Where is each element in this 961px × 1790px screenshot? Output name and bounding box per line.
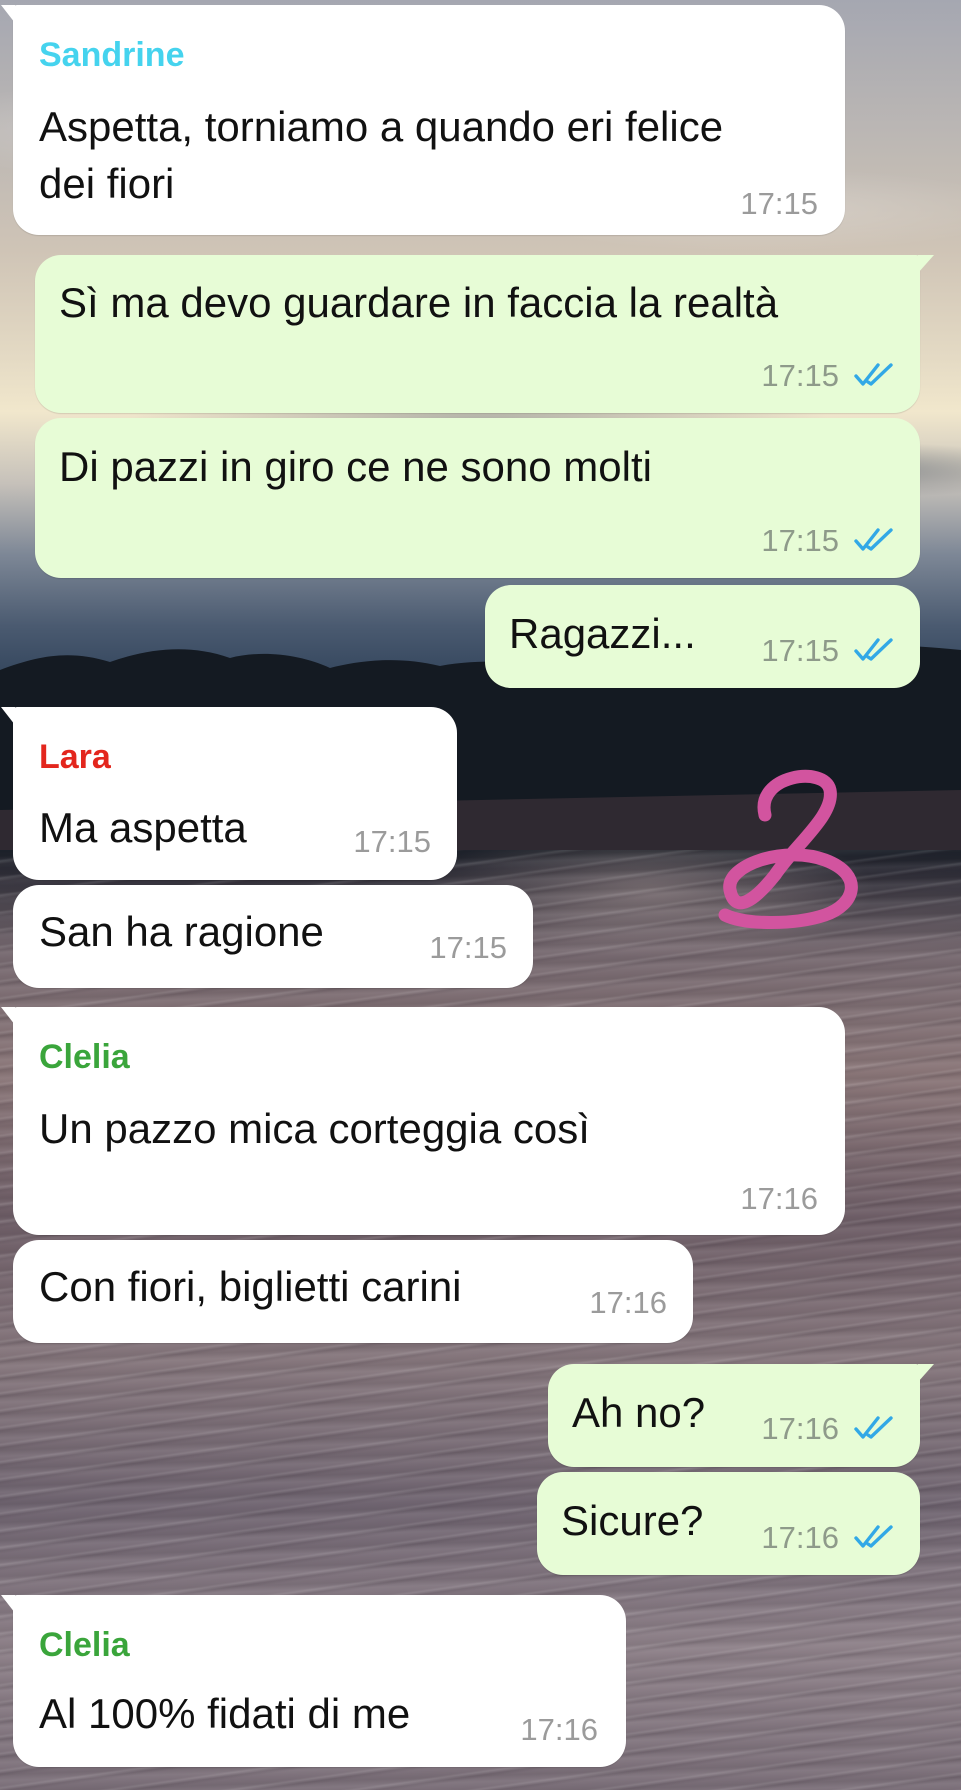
message-bubble[interactable]: Clelia Un pazzo mica corteggia così 17:1… [1,1007,845,1235]
chat-message-list[interactable]: Sandrine Aspetta, torniamo a quando eri … [0,0,961,1790]
message-timestamp: 17:15 [761,633,839,668]
message-timestamp: 17:15 [761,523,839,558]
message-bubble[interactable]: Sicure? 17:16 [537,1472,920,1575]
message-text: Ragazzi... [509,610,696,657]
sender-name: Clelia [39,1626,130,1664]
message-text: dei fiori [39,160,175,207]
message-bubble[interactable]: Clelia Al 100% fidati di me 17:16 [1,1595,626,1767]
message-text: Sicure? [561,1497,704,1544]
message-timestamp: 17:15 [429,930,507,965]
message-bubble[interactable]: Lara Ma aspetta 17:15 [1,707,457,880]
sender-name: Sandrine [39,36,185,74]
message-text: Ma aspetta [39,804,247,851]
message-bubble[interactable]: Con fiori, biglietti carini 17:16 [13,1240,693,1343]
message-bubble[interactable]: Ragazzi... 17:15 [485,585,920,688]
double-check-icon [854,363,893,386]
message-timestamp: 17:16 [761,1520,839,1555]
message-timestamp: 17:16 [520,1712,598,1747]
message-timestamp: 17:15 [761,358,839,393]
double-check-icon [854,1416,893,1439]
message-timestamp: 17:15 [740,186,818,221]
message-text: Un pazzo mica corteggia così [39,1105,590,1152]
sender-name: Clelia [39,1038,130,1076]
message-text: San ha ragione [39,908,324,955]
message-bubble[interactable]: Di pazzi in giro ce ne sono molti 17:15 [35,418,920,578]
message-timestamp: 17:16 [761,1411,839,1446]
sender-name: Lara [39,738,111,776]
double-check-icon [854,1525,893,1548]
message-bubble[interactable]: Ah no? 17:16 [548,1364,934,1467]
message-bubble[interactable]: Sì ma devo guardare in faccia la realtà … [35,255,934,413]
message-text: Al 100% fidati di me [39,1690,411,1737]
message-text: Con fiori, biglietti carini [39,1263,462,1310]
message-text: Aspetta, torniamo a quando eri felice [39,103,724,150]
message-text: Ah no? [572,1389,706,1436]
message-timestamp: 17:16 [740,1181,818,1216]
message-timestamp: 17:16 [589,1285,667,1320]
message-bubble[interactable]: San ha ragione 17:15 [13,885,533,988]
double-check-icon [854,638,893,661]
message-timestamp: 17:15 [353,824,431,859]
message-bubble[interactable]: Sandrine Aspetta, torniamo a quando eri … [1,5,845,235]
double-check-icon [854,528,893,551]
message-text: Sì ma devo guardare in faccia la realtà [59,279,779,326]
message-text: Di pazzi in giro ce ne sono molti [59,443,652,490]
